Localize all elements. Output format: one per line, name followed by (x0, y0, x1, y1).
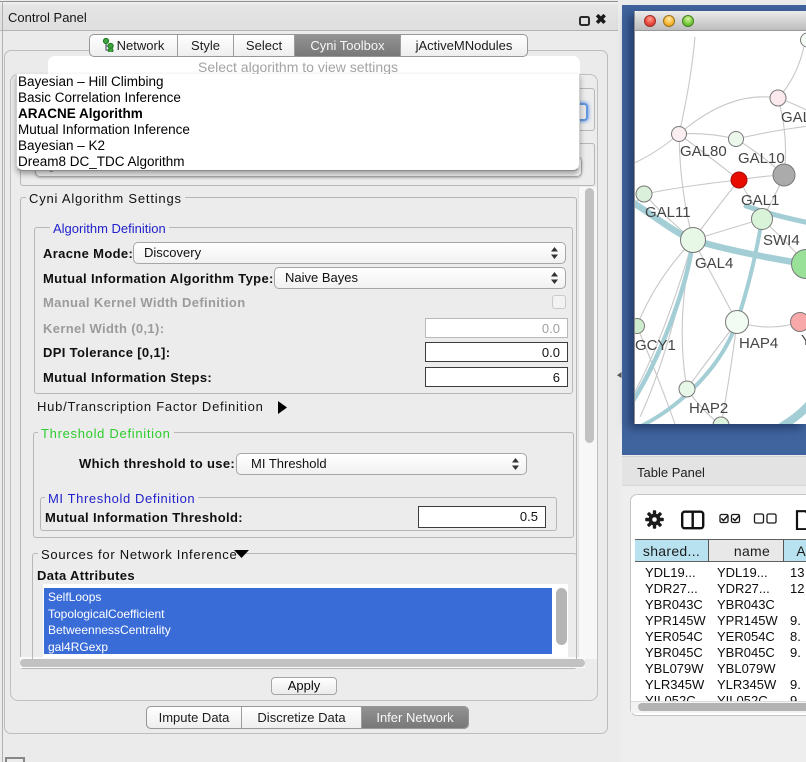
svg-text:HAP2: HAP2 (689, 400, 728, 417)
svg-text:GAL4: GAL4 (695, 255, 733, 272)
svg-text:HAP4: HAP4 (739, 335, 778, 352)
svg-text:GAL1: GAL1 (741, 192, 779, 209)
svg-text:GAL11: GAL11 (645, 204, 691, 221)
svg-text:GAL7: GAL7 (781, 109, 806, 126)
svg-text:Y: Y (801, 332, 806, 349)
svg-text:GAL10: GAL10 (738, 150, 785, 167)
svg-text:GCY1: GCY1 (635, 337, 676, 354)
svg-text:GAL80: GAL80 (680, 143, 727, 160)
svg-text:SWI4: SWI4 (763, 232, 800, 249)
